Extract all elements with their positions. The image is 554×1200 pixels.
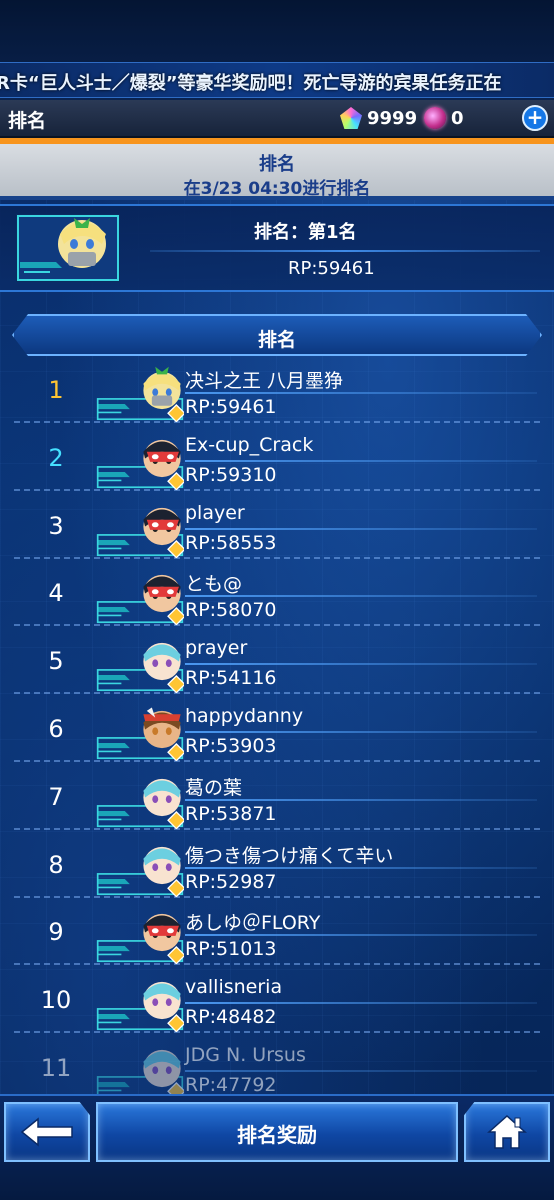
player-name: あしゆ＠FLORY <box>185 912 321 935</box>
top-ticker: R卡“巨人斗士／爆裂”等豪华奖励吧！死亡导游的宾果任务正在 <box>0 0 554 100</box>
player-name: happydanny <box>185 705 304 727</box>
bottom-bar: 排名奖励 <box>0 1094 554 1200</box>
rank-number: 6 <box>48 715 64 743</box>
row-divider-line <box>185 595 537 598</box>
rank-number: 8 <box>48 850 64 879</box>
player-avatar[interactable] <box>96 567 186 629</box>
player-name: vallisneria <box>185 976 283 999</box>
player-rp: RP:47792 <box>185 1074 277 1094</box>
home-button[interactable] <box>464 1102 550 1162</box>
player-avatar[interactable] <box>96 974 186 1036</box>
player-name: prayer <box>185 637 248 660</box>
ranking-row[interactable]: 10 vallisneria RP:48482 <box>14 966 540 1036</box>
player-rp: RP:59461 <box>185 396 277 418</box>
row-divider-line <box>185 731 537 733</box>
ranking-row[interactable]: 8 傷つき傷つけ痛くて辛い RP:52987 <box>14 831 540 898</box>
ranking-row[interactable]: 6 happydanny RP:53903 <box>14 695 540 762</box>
player-name: Ex-cup_Crack <box>185 433 314 456</box>
row-divider-line <box>185 866 537 869</box>
ranking-list[interactable]: 1 决斗之王 八月墨狰 RP:59461 2 Ex-cup_Crack RP:5931… <box>14 356 540 1094</box>
ranking-row[interactable]: 9 あしゆ＠FLORY RP:51013 <box>14 898 540 968</box>
rank-number: 1 <box>48 376 64 404</box>
player-rp: RP:58070 <box>185 599 277 622</box>
ticker-band: R卡“巨人斗士／爆裂”等豪华奖励吧！死亡导游的宾果任务正在 <box>0 62 554 98</box>
player-avatar[interactable] <box>96 635 186 697</box>
rank-number: 10 <box>40 986 72 1015</box>
row-divider-line <box>185 527 537 530</box>
my-rank-text: 排名：第1名 <box>254 222 357 243</box>
ranking-row[interactable]: 5 prayer RP:54116 <box>14 627 540 697</box>
row-divider-line <box>185 798 537 801</box>
ranking-banner: 排名 在3/23 04:30进行排名 <box>0 144 554 200</box>
banner-subtitle: 在3/23 04:30进行排名 <box>183 179 371 199</box>
ranking-row[interactable]: 4 とも@ RP:58070 <box>14 559 540 629</box>
player-rp: RP:48482 <box>185 1006 277 1029</box>
back-button[interactable] <box>4 1102 90 1162</box>
rank-number: 2 <box>48 443 64 472</box>
ranking-list-title: 排名 <box>257 329 296 351</box>
player-avatar[interactable] <box>96 500 186 562</box>
player-rp: RP:51013 <box>185 938 277 961</box>
player-rp: RP:52987 <box>185 870 277 893</box>
ranking-row[interactable]: 7 葛の葉 RP:53871 <box>14 763 540 830</box>
ranking-row[interactable]: 2 Ex-cup_Crack RP:59310 <box>14 424 540 491</box>
player-rp: RP:54116 <box>185 667 277 690</box>
rank-number: 3 <box>48 511 64 540</box>
player-rp: RP:58553 <box>185 531 277 554</box>
plus-icon: + <box>526 105 544 129</box>
row-divider-line <box>185 392 537 394</box>
player-avatar[interactable] <box>96 906 186 968</box>
gem-icon <box>340 107 362 129</box>
orb-count: 0 <box>451 107 464 129</box>
gem-counter: 9999 <box>340 105 417 131</box>
my-rank-panel: 排名：第1名 RP:59461 <box>0 204 554 292</box>
player-rp: RP:59310 <box>185 463 277 486</box>
player-name: とも@ <box>185 573 243 596</box>
orb-counter: 0 <box>424 105 464 131</box>
ranking-row[interactable]: 1 决斗之王 八月墨狰 RP:59461 <box>14 356 540 423</box>
player-avatar[interactable] <box>96 771 186 833</box>
back-arrow-icon <box>20 1117 73 1147</box>
add-gems-button[interactable]: + <box>522 105 548 131</box>
player-name: 葛の葉 <box>185 776 243 799</box>
rank-number: 7 <box>48 782 64 811</box>
player-name: 决斗之王 八月墨狰 <box>185 370 344 392</box>
header-bar: 排名 9999 0 + <box>0 100 554 138</box>
home-icon <box>487 1114 527 1149</box>
player-avatar[interactable] <box>96 839 186 901</box>
player-rp: RP:53871 <box>185 802 277 825</box>
row-divider-line <box>185 459 537 462</box>
row-divider-line <box>185 1002 537 1005</box>
player-avatar[interactable] <box>96 364 186 426</box>
ranking-row[interactable]: 3 player RP:58553 <box>14 492 540 559</box>
row-divider-line <box>185 934 537 937</box>
page-title: 排名 <box>8 110 47 132</box>
banner-title: 排名 <box>259 154 295 175</box>
ranking-reward-button[interactable]: 排名奖励 <box>96 1102 458 1162</box>
rank-number: 9 <box>48 918 64 947</box>
player-rp: RP:53903 <box>185 735 277 757</box>
gem-count: 9999 <box>367 107 418 129</box>
my-rank-divider <box>150 250 540 252</box>
orb-icon <box>424 107 446 129</box>
ranking-list-header: 排名 <box>12 314 542 356</box>
player-name: JDG N. Ursus <box>185 1044 306 1066</box>
row-divider-line <box>185 663 537 666</box>
rank-number: 4 <box>48 579 64 608</box>
ticker-text: R卡“巨人斗士／爆裂”等豪华奖励吧！死亡导游的宾果任务正在 <box>0 73 502 94</box>
player-avatar[interactable] <box>96 703 186 765</box>
ranking-reward-label: 排名奖励 <box>237 1123 317 1147</box>
ranking-row[interactable]: 11 JDG N. Ursus RP:47792 <box>14 1034 540 1094</box>
player-avatar[interactable] <box>96 1042 186 1094</box>
rank-number: 5 <box>48 647 64 676</box>
player-avatar[interactable] <box>96 432 186 494</box>
rank-number: 11 <box>40 1054 72 1082</box>
player-name: player <box>185 501 245 524</box>
my-rp-text: RP:59461 <box>288 258 375 279</box>
player-name: 傷つき傷つけ痛くて辛い <box>185 844 394 867</box>
my-avatar[interactable] <box>16 214 120 286</box>
row-divider-line <box>185 1070 537 1072</box>
